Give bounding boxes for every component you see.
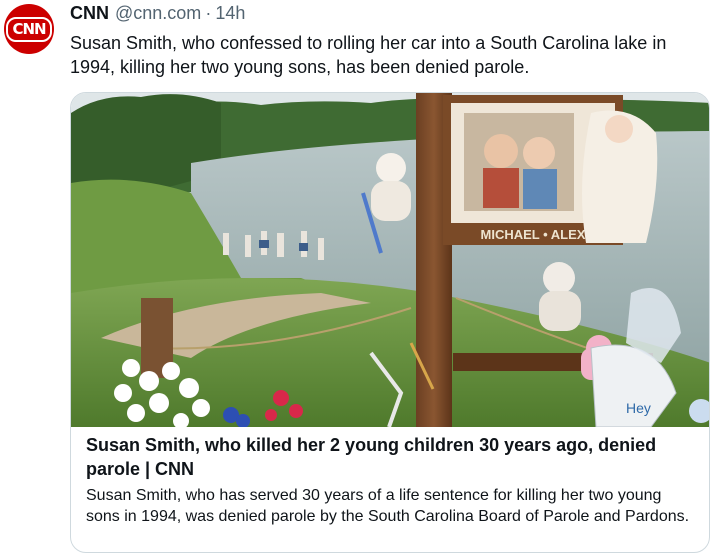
author-handle[interactable]: @cnn.com	[115, 3, 201, 24]
author-name[interactable]: CNN	[70, 3, 109, 24]
post-header: CNN @cnn.com · 14h	[70, 3, 245, 25]
card-title[interactable]: Susan Smith, who killed her 2 young chil…	[86, 433, 698, 481]
card-image[interactable]: MICHAEL • ALEX Hey	[71, 93, 710, 427]
cnn-avatar[interactable]: CNN	[4, 4, 54, 54]
card-text-block[interactable]: Susan Smith, who killed her 2 young chil…	[86, 433, 698, 527]
separator-dot: ·	[205, 3, 212, 23]
post-timestamp[interactable]: 14h	[215, 3, 245, 24]
memorial-name-sign: MICHAEL • ALEX	[481, 227, 586, 242]
cnn-logo: CNN	[6, 16, 52, 42]
balloon-text: Hey	[626, 400, 651, 416]
link-card[interactable]: MICHAEL • ALEX Hey Susan Smith, who kill…	[70, 92, 710, 553]
card-description: Susan Smith, who has served 30 years of …	[86, 487, 690, 525]
post-text: Susan Smith, who confessed to rolling he…	[70, 33, 667, 77]
